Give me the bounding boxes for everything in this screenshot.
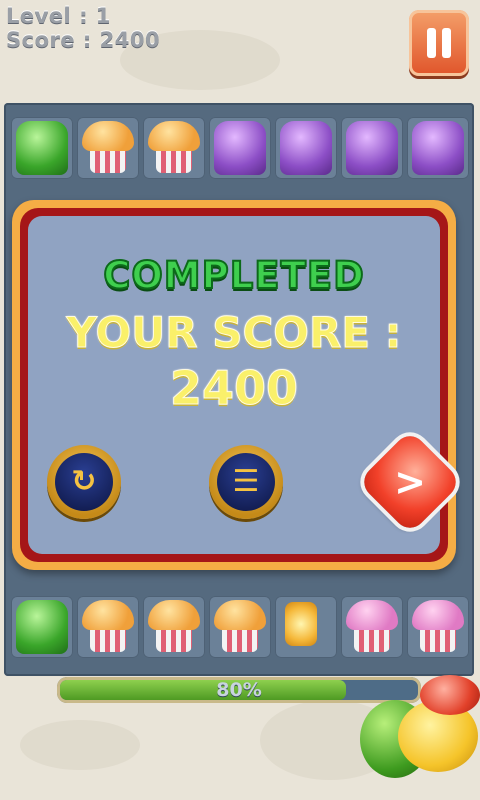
board-cell[interactable]: [407, 596, 469, 658]
dialog-panel: COMPLETED YOUR SCORE : 2400 ↻ ☰ >: [28, 216, 463, 554]
dialog-border: COMPLETED YOUR SCORE : 2400 ↻ ☰ >: [20, 208, 463, 562]
purple-jelly-candy: [346, 121, 398, 175]
level-complete-dialog: COMPLETED YOUR SCORE : 2400 ↻ ☰ >: [12, 200, 463, 570]
board-cell[interactable]: [143, 596, 205, 658]
board-cell[interactable]: [275, 117, 337, 179]
level-menu-button-core: ☰: [217, 453, 275, 511]
dialog-title: COMPLETED: [102, 253, 365, 298]
background-splat: [20, 720, 140, 770]
purple-jelly-candy: [214, 121, 266, 175]
score-label: YOUR SCORE :: [66, 308, 402, 358]
board-cell[interactable]: [407, 117, 469, 179]
level-indicator: Level : 1: [6, 4, 111, 28]
orange-cupcake-candy: [214, 600, 266, 654]
board-cell[interactable]: [11, 117, 73, 179]
level-menu-button[interactable]: ☰: [209, 445, 283, 519]
replay-button[interactable]: ↻: [47, 445, 121, 519]
purple-jelly-candy: [412, 121, 464, 175]
board-cell[interactable]: [209, 596, 271, 658]
replay-button-core: ↻: [55, 453, 113, 511]
pink-cupcake-candy: [412, 600, 464, 654]
purple-jelly-candy: [280, 121, 332, 175]
orange-cupcake-candy: [148, 121, 200, 175]
board-cell[interactable]: [77, 117, 139, 179]
pause-button[interactable]: [409, 10, 469, 76]
level-progress-bar: 80%: [57, 677, 421, 703]
board-cell[interactable]: [77, 596, 139, 658]
pause-icon: [442, 28, 451, 58]
orange-cupcake-candy: [148, 600, 200, 654]
board-cell[interactable]: [11, 596, 73, 658]
orange-cupcake-candy: [82, 600, 134, 654]
progress-label: 80%: [216, 679, 262, 701]
pause-icon: [427, 28, 436, 58]
next-arrow-icon: >: [394, 460, 426, 504]
board-cell[interactable]: [275, 596, 337, 658]
green-jelly-candy: [16, 121, 68, 175]
score-value: 2400: [169, 361, 299, 416]
board-cell[interactable]: [209, 117, 271, 179]
green-jelly-candy: [16, 600, 68, 654]
board-cell[interactable]: [143, 117, 205, 179]
board-cell[interactable]: [341, 117, 403, 179]
pink-cupcake-candy: [346, 600, 398, 654]
level-menu-icon: ☰: [232, 464, 260, 499]
board-cell[interactable]: [341, 596, 403, 658]
decorative-red-candy: [420, 675, 480, 715]
score-indicator: Score : 2400: [6, 28, 161, 52]
orange-cupcake-candy: [82, 121, 134, 175]
replay-icon: ↻: [71, 464, 97, 499]
lightning-bonus-icon: [285, 602, 317, 646]
